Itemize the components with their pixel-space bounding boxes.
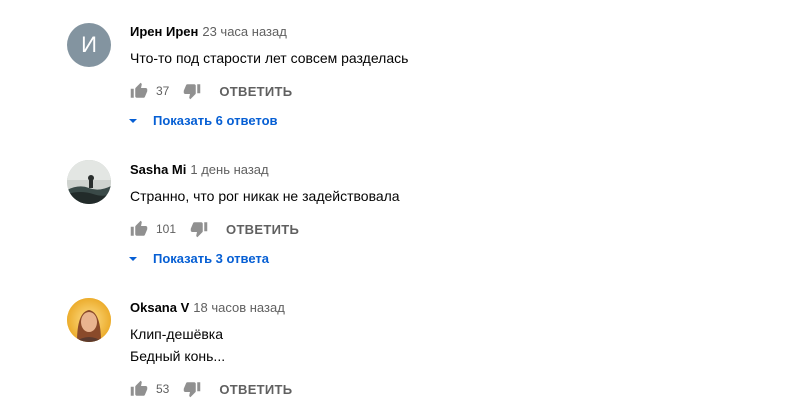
like-count: 37 [156, 84, 170, 98]
avatar-letter: И [81, 32, 97, 57]
like-button[interactable] [130, 380, 148, 398]
comment-actions: 101 ОТВЕТИТЬ [130, 219, 299, 239]
timestamp[interactable]: 23 часа назад [202, 24, 286, 39]
timestamp[interactable]: 18 часов назад [193, 300, 285, 315]
comment-text: Что-то под старости лет совсем разделась [130, 48, 408, 68]
caret-down-icon [128, 254, 138, 264]
author-name[interactable]: Sasha Mi [130, 162, 186, 177]
dislike-button[interactable] [190, 220, 208, 238]
thumbs-down-icon [190, 222, 208, 238]
avatar[interactable] [67, 298, 111, 342]
comment-text: Странно, что рог никак не задействовала [130, 186, 400, 206]
comment-text-line: Клип-дешёвка [130, 326, 224, 342]
comment-text-line: Странно, что рог никак не задействовала [130, 188, 400, 204]
like-count: 53 [156, 382, 170, 396]
thumbs-up-icon [130, 380, 148, 396]
author-name[interactable]: Ирен Ирен [130, 24, 198, 39]
like-button[interactable] [130, 220, 148, 238]
reply-button[interactable]: ОТВЕТИТЬ [219, 84, 292, 99]
view-replies-button[interactable]: Показать 3 ответа [128, 251, 269, 266]
reply-button[interactable]: ОТВЕТИТЬ [219, 382, 292, 397]
comment-text: Клип-дешёвка Бедный конь... [130, 324, 225, 366]
comment-text-line: Что-то под старости лет совсем разделась [130, 50, 409, 66]
thumbs-up-icon [130, 220, 148, 236]
avatar[interactable] [67, 160, 111, 204]
thumbs-up-icon [130, 82, 148, 98]
author-name[interactable]: Oksana V [130, 300, 189, 315]
comment-actions: 37 ОТВЕТИТЬ [130, 81, 292, 101]
comment-actions: 53 ОТВЕТИТЬ [130, 379, 292, 399]
comment-header: Sasha Mi 1 день назад [130, 162, 269, 177]
view-replies-button[interactable]: Показать 6 ответов [128, 113, 278, 128]
like-button[interactable] [130, 82, 148, 100]
like-count: 101 [156, 222, 177, 236]
portrait-photo-icon [67, 298, 111, 342]
caret-down-icon [128, 116, 138, 126]
timestamp[interactable]: 1 день назад [190, 162, 268, 177]
avatar[interactable]: И [67, 23, 111, 67]
comment-text-line: Бедный конь... [130, 348, 226, 364]
view-replies-label: Показать 6 ответов [153, 113, 278, 128]
dislike-button[interactable] [183, 380, 201, 398]
landscape-photo-icon [67, 160, 111, 204]
thumbs-down-icon [184, 84, 201, 100]
reply-button[interactable]: ОТВЕТИТЬ [226, 222, 299, 237]
comment-header: Oksana V 18 часов назад [130, 300, 285, 315]
view-replies-label: Показать 3 ответа [153, 251, 269, 266]
comment-header: Ирен Ирен 23 часа назад [130, 24, 287, 39]
dislike-button[interactable] [183, 82, 201, 100]
thumbs-down-icon [184, 382, 201, 398]
